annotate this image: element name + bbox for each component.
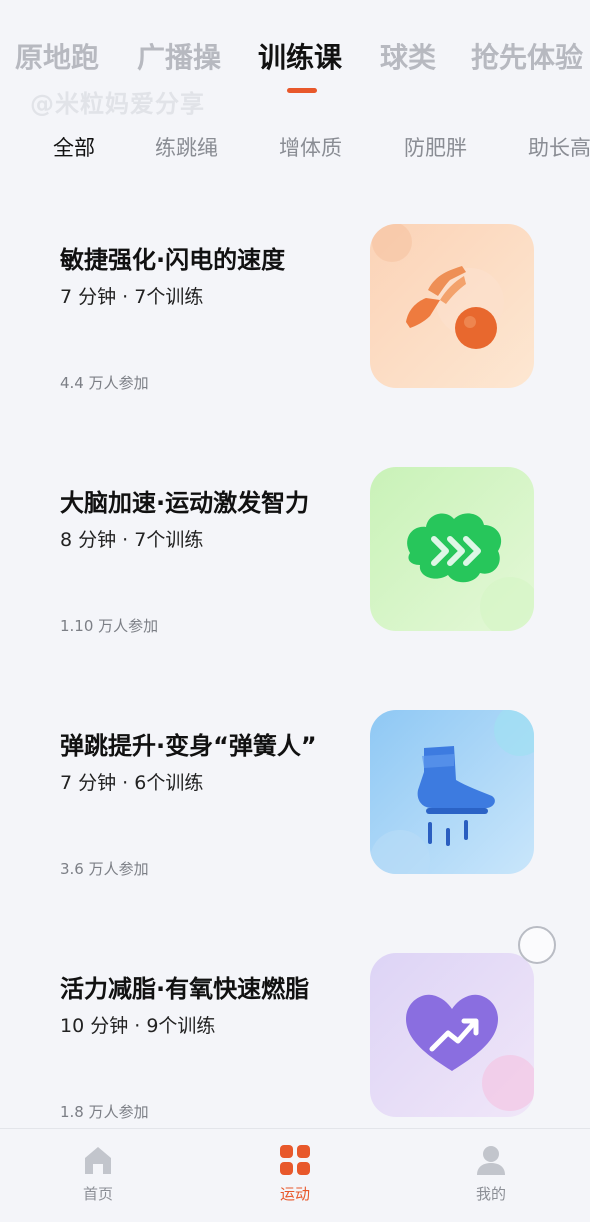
- course-participants: 1.10 万人参加: [60, 617, 159, 635]
- nav-home[interactable]: 首页: [58, 1143, 138, 1204]
- nav-label: 运动: [279, 1185, 310, 1203]
- brain-icon: [370, 467, 534, 631]
- tab-qiangxian[interactable]: 抢先体验: [471, 36, 583, 76]
- course-thumbnail: [370, 224, 534, 388]
- course-meta: 7 分钟 · 7个训练: [60, 286, 204, 308]
- course-thumbnail: [370, 710, 534, 874]
- hand-ball-icon: [370, 224, 534, 388]
- course-card[interactable]: 弹跳提升·变身“弹簧人” 7 分钟 · 6个训练 3.6 万人参加: [44, 710, 544, 914]
- tab-xunlianke[interactable]: 训练课: [258, 36, 342, 76]
- subtab-all[interactable]: 全部: [53, 132, 95, 162]
- foot-icon: [370, 710, 534, 874]
- nav-sport[interactable]: 运动: [255, 1143, 335, 1204]
- tab-qiulei[interactable]: 球类: [380, 36, 436, 76]
- course-title: 弹跳提升·变身“弹簧人”: [60, 732, 317, 760]
- top-category-tabs: 原地跑 广播操 训练课 球类 抢先体验: [0, 28, 590, 84]
- sport-grid-icon: [280, 1145, 310, 1175]
- subtab-height[interactable]: 助长高: [528, 132, 590, 162]
- nav-label: 首页: [82, 1185, 113, 1203]
- course-card[interactable]: 大脑加速·运动激发智力 8 分钟 · 7个训练 1.10 万人参加: [44, 467, 544, 671]
- subtab-fitness[interactable]: 增体质: [279, 132, 342, 162]
- course-title: 敏捷强化·闪电的速度: [60, 246, 286, 274]
- course-meta: 7 分钟 · 6个训练: [60, 772, 204, 794]
- home-icon: [85, 1147, 111, 1174]
- active-tab-indicator: [287, 88, 317, 93]
- bottom-navigation: 首页 运动 我的: [0, 1128, 590, 1222]
- course-thumbnail: [370, 467, 534, 631]
- sub-filter-tabs: 全部 练跳绳 增体质 防肥胖 助长高: [0, 130, 590, 164]
- course-title: 活力减脂·有氧快速燃脂: [60, 975, 310, 1003]
- subtab-rope[interactable]: 练跳绳: [155, 132, 218, 162]
- heart-trend-icon: [370, 953, 534, 1117]
- course-meta: 10 分钟 · 9个训练: [60, 1015, 216, 1037]
- course-card[interactable]: 敏捷强化·闪电的速度 7 分钟 · 7个训练 4.4 万人参加: [44, 224, 544, 428]
- course-thumbnail: [370, 953, 534, 1117]
- profile-icon: [477, 1146, 505, 1175]
- nav-label: 我的: [475, 1185, 506, 1203]
- floating-action-button[interactable]: [518, 926, 556, 964]
- nav-profile[interactable]: 我的: [451, 1143, 531, 1204]
- course-participants: 4.4 万人参加: [60, 374, 149, 392]
- course-participants: 3.6 万人参加: [60, 860, 149, 878]
- subtab-obesity[interactable]: 防肥胖: [404, 132, 467, 162]
- watermark: @米粒妈爱分享: [30, 90, 205, 118]
- course-meta: 8 分钟 · 7个训练: [60, 529, 204, 551]
- course-title: 大脑加速·运动激发智力: [60, 489, 310, 517]
- course-participants: 1.8 万人参加: [60, 1103, 149, 1121]
- tab-yuandipao[interactable]: 原地跑: [15, 36, 99, 76]
- tab-guangbocao[interactable]: 广播操: [137, 36, 221, 76]
